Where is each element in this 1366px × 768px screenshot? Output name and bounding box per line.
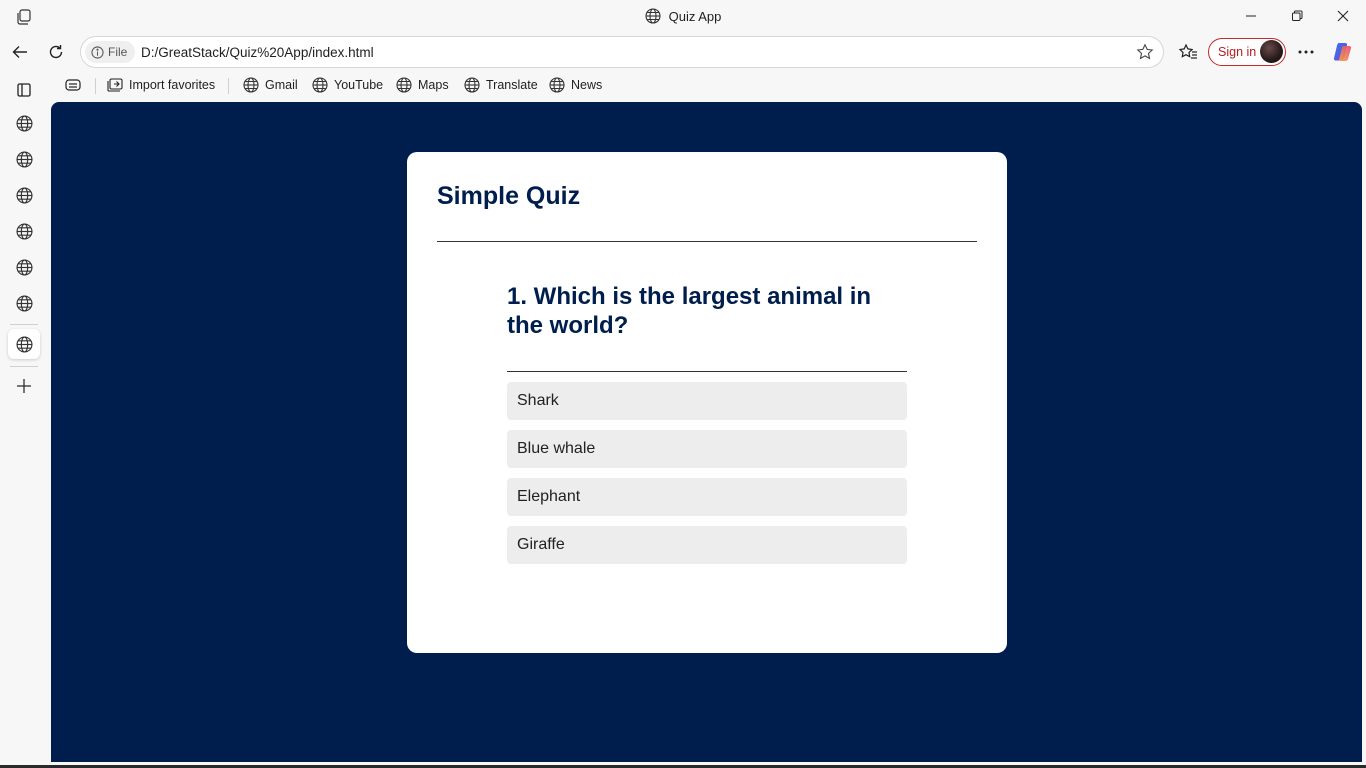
address-bar[interactable]: File D:/GreatStack/Quiz%20App/index.html <box>80 36 1164 68</box>
new-tab-button[interactable] <box>10 372 38 400</box>
vertical-tabs-sidebar <box>0 70 48 768</box>
globe-icon <box>549 77 565 93</box>
favorites-icon <box>1178 43 1197 59</box>
answer-button-blue-whale[interactable]: Blue whale <box>507 430 907 468</box>
sidebar-tab-active[interactable] <box>8 329 40 359</box>
globe-icon <box>15 114 33 132</box>
sidebar-tab[interactable] <box>10 253 38 281</box>
favorite-label: Maps <box>418 78 449 92</box>
favorites-button[interactable] <box>1175 40 1201 64</box>
sign-in-button[interactable]: Sign in <box>1208 38 1286 66</box>
globe-icon <box>645 8 661 24</box>
more-icon <box>1298 50 1314 54</box>
favorite-gmail[interactable]: Gmail <box>243 76 298 94</box>
copilot-button[interactable] <box>1330 40 1356 64</box>
back-button[interactable] <box>7 40 33 64</box>
answer-button-elephant[interactable]: Elephant <box>507 478 907 516</box>
star-icon <box>1136 43 1154 60</box>
more-button[interactable] <box>1293 40 1319 64</box>
info-icon <box>91 45 104 59</box>
globe-icon <box>15 186 33 204</box>
favorite-label: News <box>571 78 603 92</box>
avatar <box>1260 40 1283 63</box>
refresh-button[interactable] <box>43 40 69 64</box>
restore-button[interactable] <box>1274 0 1320 32</box>
sidebar-tab[interactable] <box>10 217 38 245</box>
quiz-card: Simple Quiz 1. Which is the largest anim… <box>407 152 1007 653</box>
minimize-button[interactable] <box>1228 0 1274 32</box>
globe-icon <box>464 77 480 93</box>
import-favorites-label: Import favorites <box>129 78 216 92</box>
refresh-icon <box>49 45 63 59</box>
favorites-separator <box>95 78 96 94</box>
import-favorites-link[interactable]: Import favorites <box>106 76 215 94</box>
favorite-label: YouTube <box>334 78 384 92</box>
favorites-separator <box>228 78 229 94</box>
globe-icon <box>15 335 33 353</box>
tab-actions-button[interactable] <box>64 76 82 94</box>
sidebar-separator <box>10 324 38 325</box>
quiz-section: 1. Which is the largest animal in the wo… <box>507 242 907 564</box>
back-icon <box>12 46 27 58</box>
page-title: Simple Quiz <box>437 182 977 242</box>
sidebar-tab[interactable] <box>10 109 38 137</box>
add-favorite-button[interactable] <box>1135 42 1155 62</box>
sign-in-label: Sign in <box>1218 45 1257 59</box>
favorite-translate[interactable]: Translate <box>464 76 538 94</box>
question-text: 1. Which is the largest animal in the wo… <box>507 282 907 372</box>
window-title: Quiz App <box>0 8 1366 24</box>
restore-icon <box>1292 10 1303 21</box>
favorite-label: Translate <box>486 78 538 92</box>
favorite-youtube[interactable]: YouTube <box>312 76 383 94</box>
favorite-label: Gmail <box>265 78 298 92</box>
favorites-bar: Import favorites Gmail YouTube Maps Tran… <box>0 70 1366 100</box>
sidebar-tab[interactable] <box>10 145 38 173</box>
answer-button-giraffe[interactable]: Giraffe <box>507 526 907 564</box>
window-title-text: Quiz App <box>668 8 722 24</box>
site-info-chip[interactable]: File <box>85 41 136 63</box>
tab-actions-icon <box>65 79 81 91</box>
globe-icon <box>15 150 33 168</box>
globe-icon <box>15 222 33 240</box>
minimize-icon <box>1246 15 1256 17</box>
navigation-bar: File D:/GreatStack/Quiz%20App/index.html… <box>0 34 1366 70</box>
title-bar: Quiz App <box>0 0 1366 34</box>
sidebar-tab[interactable] <box>10 181 38 209</box>
globe-icon <box>243 77 259 93</box>
copilot-icon <box>1333 43 1352 61</box>
favorite-maps[interactable]: Maps <box>396 76 449 94</box>
sidebar-tab[interactable] <box>10 289 38 317</box>
tab-list-icon <box>17 83 31 97</box>
window-controls <box>1228 0 1366 32</box>
close-icon <box>1337 10 1349 22</box>
answer-button-shark[interactable]: Shark <box>507 382 907 420</box>
answer-list: Shark Blue whale Elephant Giraffe <box>507 382 907 564</box>
add-icon <box>17 379 31 393</box>
page-viewport: Simple Quiz 1. Which is the largest anim… <box>51 102 1362 762</box>
import-icon <box>107 77 123 92</box>
globe-icon <box>396 77 412 93</box>
file-chip-label: File <box>108 45 128 59</box>
globe-icon <box>15 258 33 276</box>
sidebar-separator <box>10 366 38 367</box>
favorite-news[interactable]: News <box>549 76 602 94</box>
url-text[interactable]: D:/GreatStack/Quiz%20App/index.html <box>141 45 374 60</box>
close-button[interactable] <box>1320 0 1366 32</box>
tab-actions-menu-button[interactable] <box>10 76 38 104</box>
globe-icon <box>312 77 328 93</box>
globe-icon <box>15 294 33 312</box>
